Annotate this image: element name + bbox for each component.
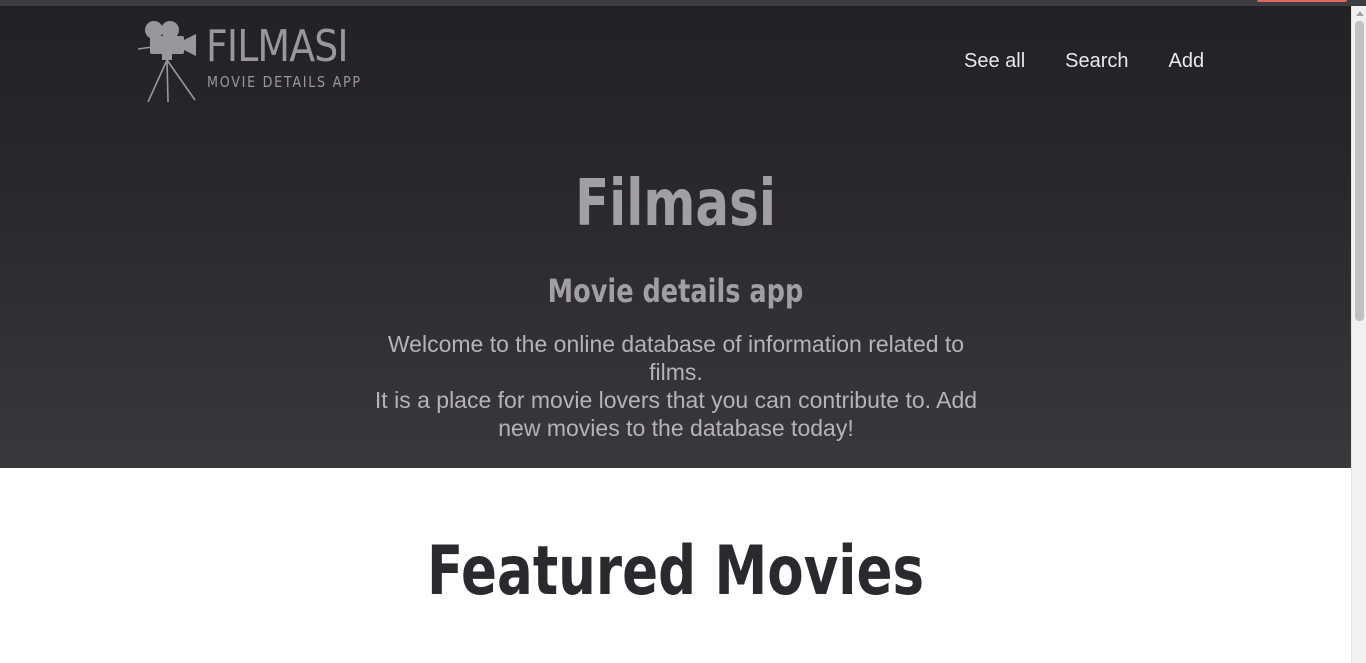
site-logo[interactable]: FILMASI MOVIE DETAILS APP	[138, 12, 378, 104]
page-scrollbar[interactable]	[1351, 6, 1366, 663]
scrollbar-thumb[interactable]	[1355, 21, 1364, 321]
hero-description-line: It is a place for movie lovers that you …	[374, 387, 978, 441]
logo-title: FILMASI	[206, 21, 349, 72]
logo-subtitle: MOVIE DETAILS APP	[207, 73, 362, 91]
hero-title: Filmasi	[575, 167, 776, 241]
hero-description-line: Welcome to the online database of inform…	[387, 331, 965, 385]
hero-description: Welcome to the online database of inform…	[358, 330, 994, 442]
scroll-up-arrow-icon[interactable]	[1356, 11, 1364, 16]
nav-link-see-all[interactable]: See all	[944, 48, 1045, 74]
nav-link-search[interactable]: Search	[1045, 48, 1148, 74]
movie-camera-tripod-icon	[138, 21, 196, 102]
nav-link-add[interactable]: Add	[1149, 48, 1225, 74]
featured-movies-heading: Featured Movies	[426, 532, 925, 611]
hero-section: FILMASI MOVIE DETAILS APP See all Search…	[0, 6, 1351, 468]
main-nav: See all Search Add	[944, 48, 1224, 74]
browser-tab-accent	[1257, 0, 1347, 2]
hero-subtitle: Movie details app	[547, 272, 804, 310]
